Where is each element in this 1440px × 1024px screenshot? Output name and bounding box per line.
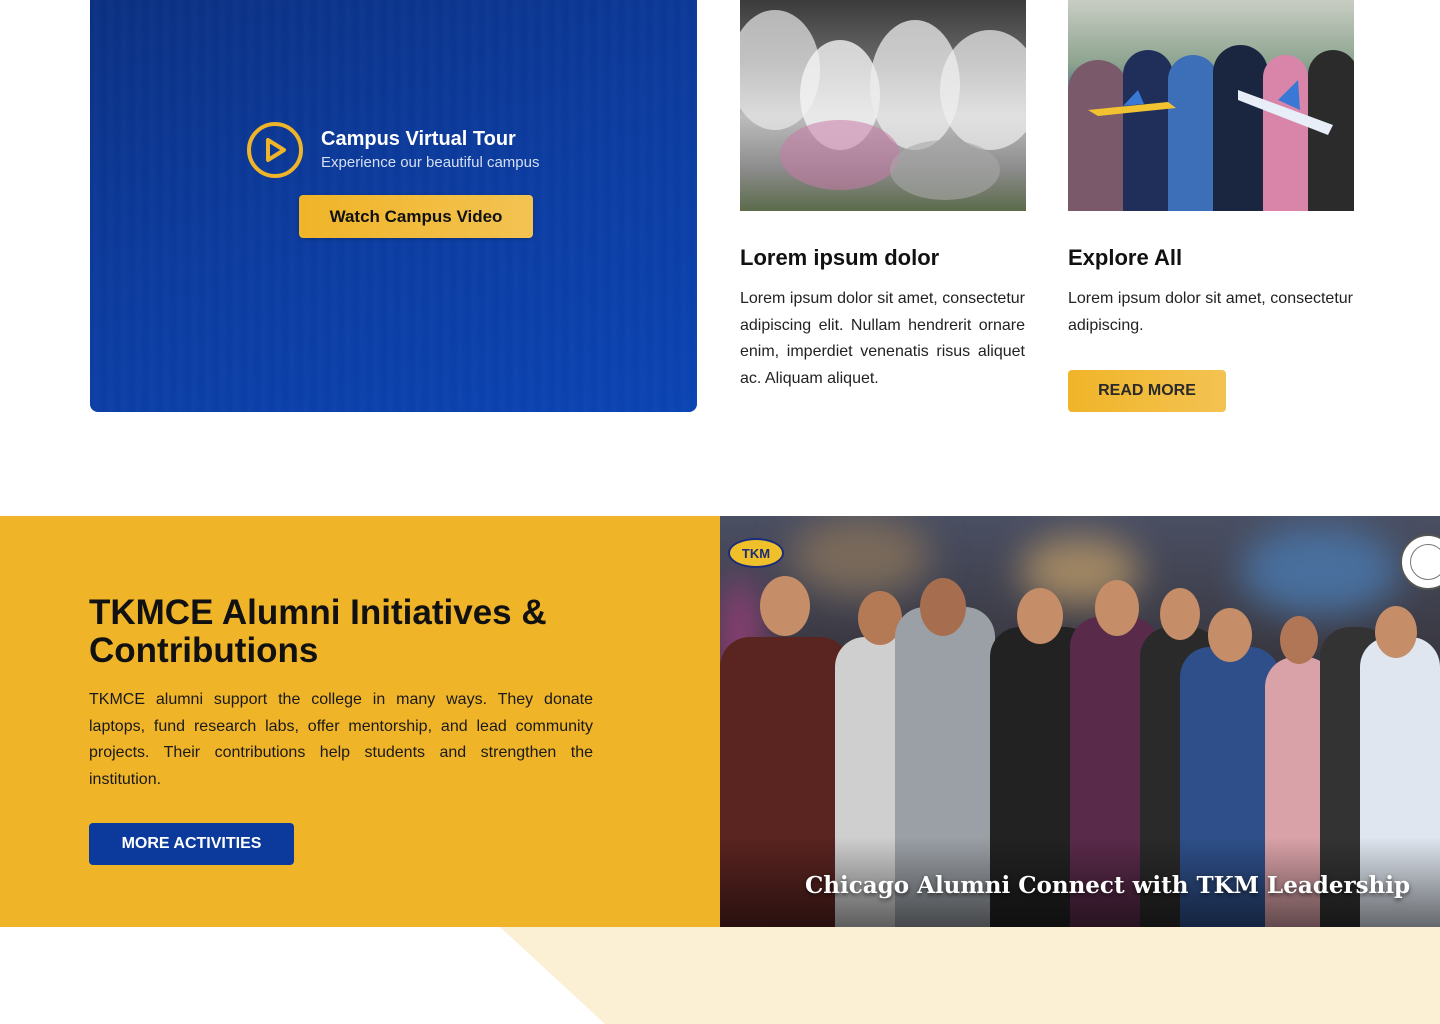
virtual-tour-title: Campus Virtual Tour (321, 128, 516, 150)
alumni-section: TKMCE Alumni Initiatives & Contributions… (0, 516, 720, 927)
aeromodelling-team-photo (1068, 0, 1354, 211)
alumni-description: TKMCE alumni support the college in many… (89, 691, 593, 788)
campus-video-card: Campus Virtual Tour Experience our beaut… (90, 0, 697, 412)
card-text-lorem: Lorem ipsum dolor sit amet, consectetur … (740, 290, 1025, 387)
more-activities-button[interactable]: MORE ACTIVITIES (89, 823, 294, 865)
college-seal-icon (1400, 534, 1440, 590)
alumni-title: TKMCE Alumni Initiatives & Contributions (89, 593, 547, 670)
read-more-button[interactable]: READ MORE (1068, 370, 1226, 412)
card-title-lorem: Lorem ipsum dolor (740, 245, 940, 270)
alumni-meet-photo: TKM Chicago Alumni Connect with TKM Lead… (720, 516, 1440, 927)
alumni-photo-caption: Chicago Alumni Connect with TKM Leadersh… (805, 872, 1411, 899)
students-group-photo (740, 0, 1026, 211)
tkm-logo-badge: TKM (728, 538, 784, 568)
card-title-explore: Explore All (1068, 245, 1183, 270)
virtual-tour-header: Campus Virtual Tour Experience our beaut… (247, 122, 539, 178)
watch-campus-video-button[interactable]: Watch Campus Video (299, 195, 533, 238)
decorative-bottom-shape (500, 927, 1440, 1024)
virtual-tour-subtitle: Experience our beautiful campus (321, 154, 540, 171)
play-circle-icon[interactable] (247, 122, 303, 178)
card-text-explore: Lorem ipsum dolor sit amet, consectetur … (1068, 290, 1353, 334)
